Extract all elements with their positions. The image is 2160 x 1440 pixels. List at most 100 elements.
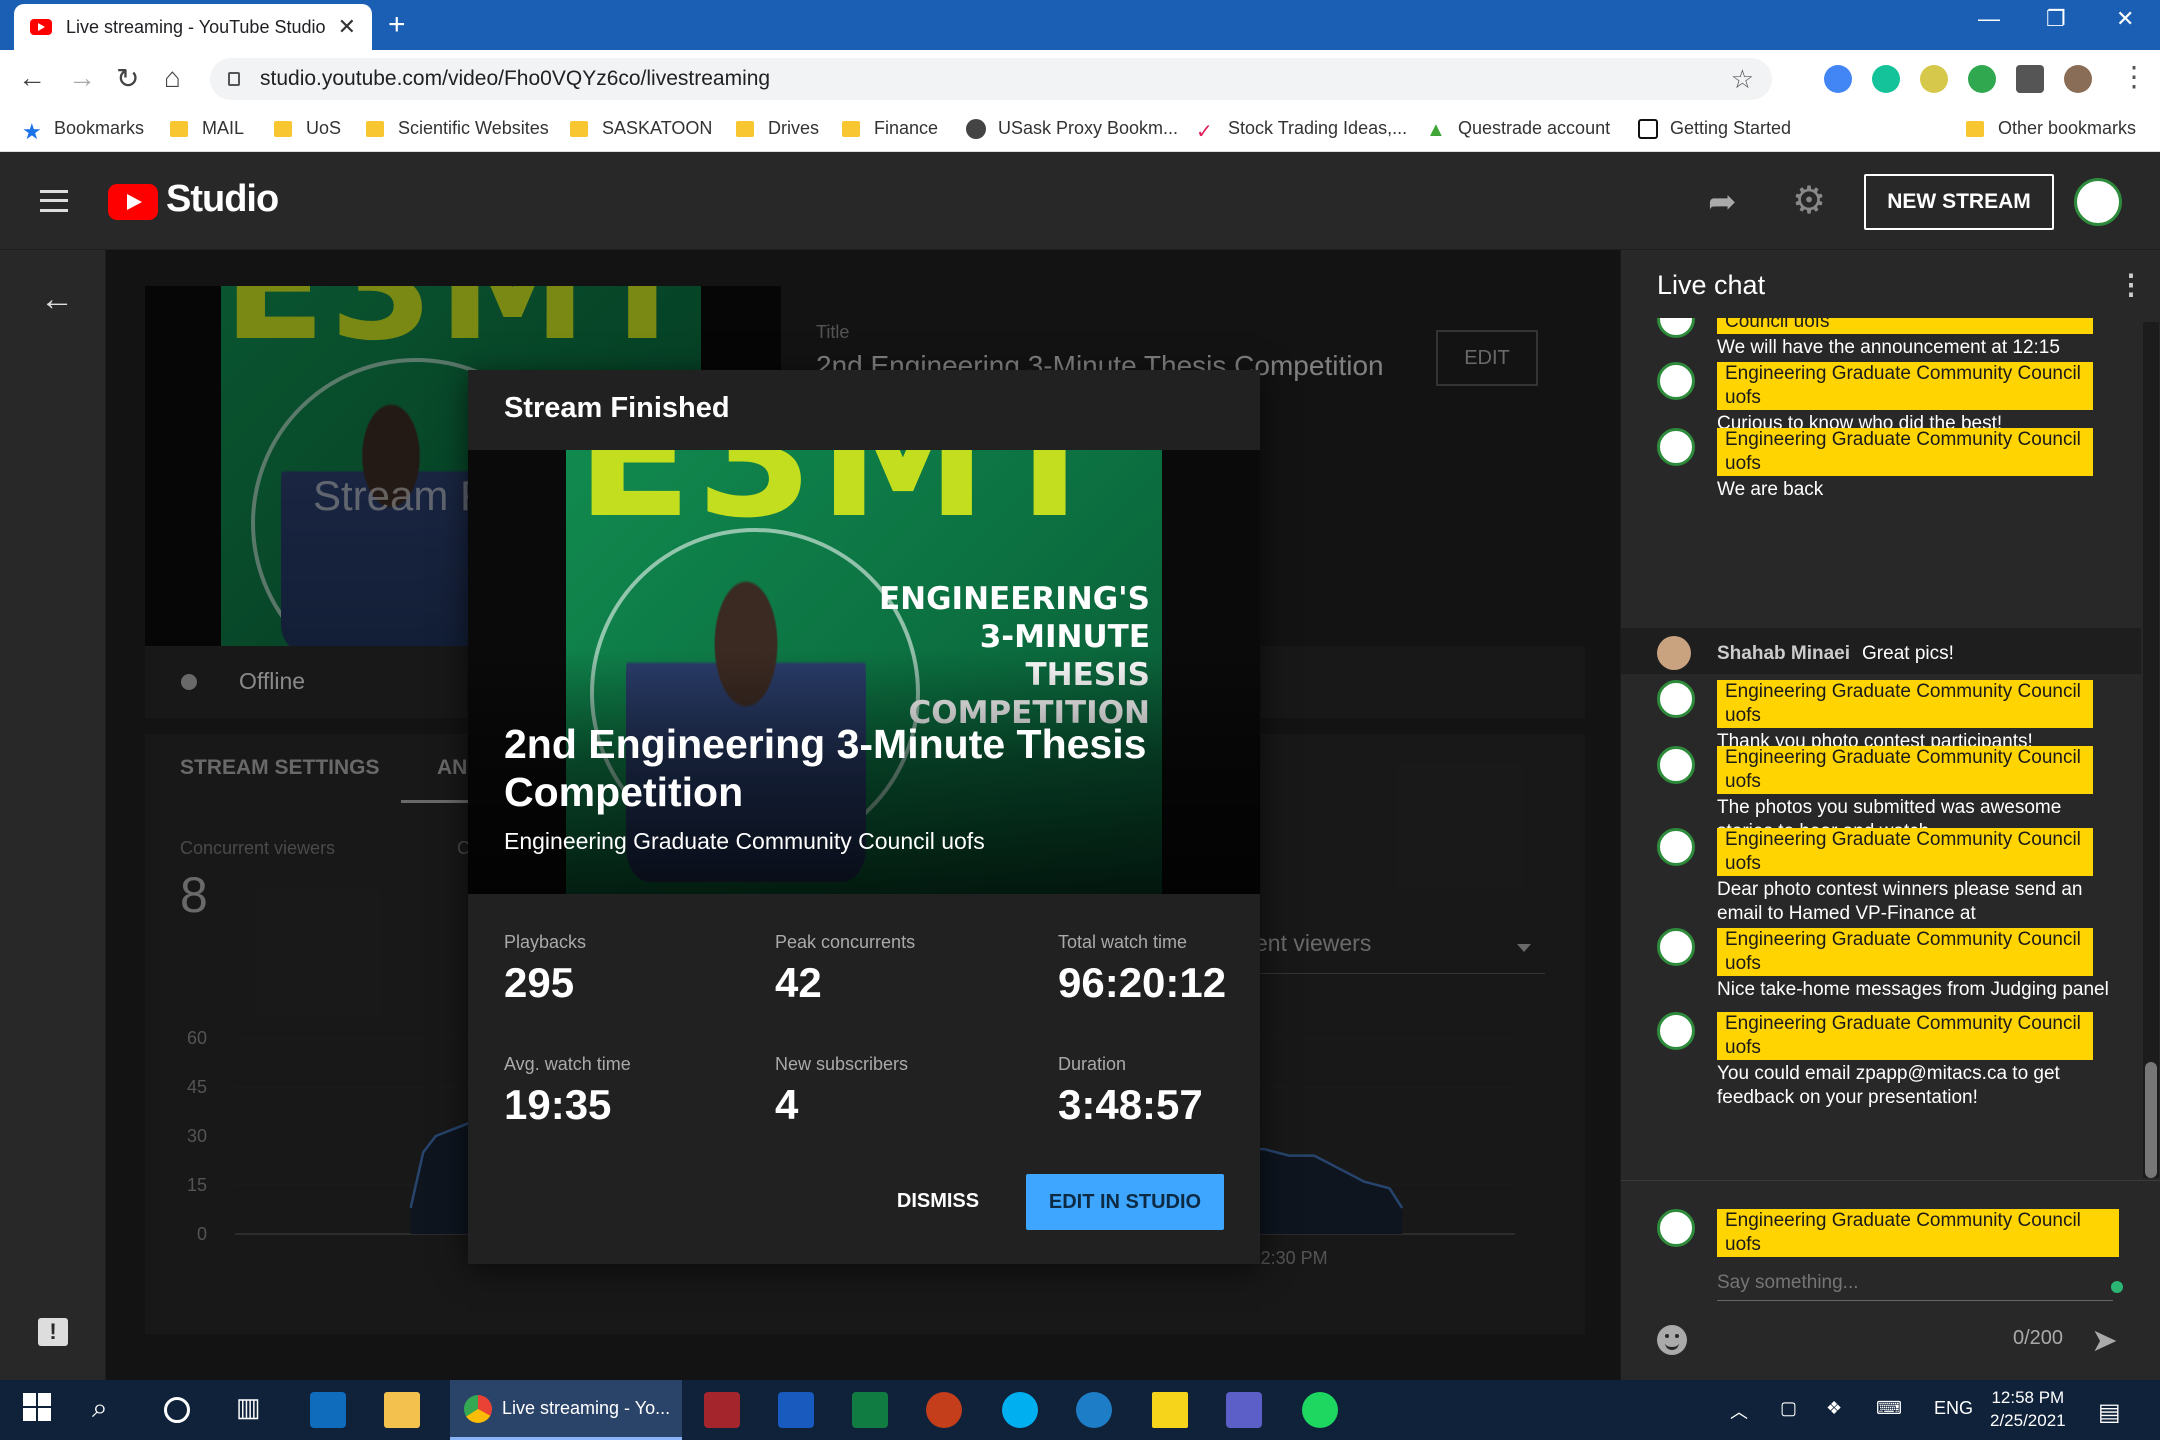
notifications-icon[interactable]: ▤: [2098, 1398, 2121, 1427]
chat-avatar[interactable]: [1657, 828, 1695, 866]
task-view-icon[interactable]: ▥: [236, 1392, 272, 1428]
profile-avatar[interactable]: [2064, 65, 2092, 93]
mendeley-icon[interactable]: [704, 1392, 740, 1428]
keyboard-icon[interactable]: ⌨: [1876, 1398, 1902, 1419]
chat-avatar[interactable]: [1657, 318, 1695, 338]
chat-avatar[interactable]: [1657, 636, 1691, 670]
lock-icon[interactable]: [228, 72, 240, 86]
bookmark-item[interactable]: Other bookmarks: [1966, 118, 2136, 139]
windows-start-icon[interactable]: [22, 1392, 58, 1428]
channel-avatar[interactable]: [2074, 178, 2122, 226]
chat-author-badge[interactable]: Engineering Graduate Community Council u…: [1717, 1012, 2093, 1060]
chat-author-badge[interactable]: Council uofs: [1717, 318, 2093, 334]
cortana-icon[interactable]: [164, 1397, 190, 1423]
puzzle-extensions-icon[interactable]: [2016, 65, 2044, 93]
chat-author-badge[interactable]: Engineering Graduate Community Council u…: [1717, 828, 2093, 876]
reload-icon[interactable]: ↻: [116, 62, 139, 95]
bookmark-item[interactable]: ★ Bookmarks: [22, 118, 144, 144]
new-tab-icon[interactable]: +: [388, 8, 406, 42]
minimize-icon[interactable]: —: [1978, 6, 2000, 32]
chat-message-list[interactable]: Council uofs We will have the announcemen…: [1621, 318, 2141, 1180]
bookmark-label: USask Proxy Bookm...: [998, 118, 1179, 138]
chat-avatar[interactable]: [1657, 362, 1695, 400]
close-tab-icon[interactable]: ✕: [338, 14, 356, 40]
bookmark-item[interactable]: MAIL: [170, 118, 244, 139]
studio-brand[interactable]: Studio: [166, 178, 279, 221]
chat-input[interactable]: [1717, 1265, 2113, 1301]
browser-tab[interactable]: Live streaming - YouTube Studio ✕: [14, 4, 372, 50]
dropbox-icon[interactable]: ❖: [1826, 1398, 1842, 1419]
url-text[interactable]: studio.youtube.com/video/Fho0VQYz6co/liv…: [260, 67, 770, 91]
restore-icon[interactable]: ❐: [2046, 6, 2066, 32]
chat-author-badge[interactable]: Engineering Graduate Community Council u…: [1717, 428, 2093, 476]
outlook-icon[interactable]: [310, 1392, 346, 1428]
bookmark-label: Stock Trading Ideas,...: [1228, 118, 1408, 138]
bookmark-item[interactable]: ✓ Stock Trading Ideas,...: [1196, 118, 1408, 143]
edit-in-studio-button[interactable]: EDIT IN STUDIO: [1026, 1174, 1224, 1230]
chat-avatar[interactable]: [1657, 928, 1695, 966]
bookmark-item[interactable]: Getting Started: [1638, 118, 1791, 139]
youtube-logo-icon[interactable]: [108, 184, 158, 220]
taskbar-chrome-window[interactable]: Live streaming - Yo...: [450, 1380, 682, 1440]
chat-avatar[interactable]: [1657, 1012, 1695, 1050]
teams-icon[interactable]: [1226, 1392, 1262, 1428]
edge-icon[interactable]: [1076, 1392, 1112, 1428]
forward-icon[interactable]: →: [68, 62, 96, 94]
bookmark-item[interactable]: Finance: [842, 118, 938, 139]
show-hidden-icons-icon[interactable]: ︿: [1730, 1398, 1748, 1424]
language-indicator[interactable]: ENG: [1934, 1398, 1973, 1419]
emoji-icon[interactable]: [1657, 1325, 1687, 1355]
chat-avatar[interactable]: [1657, 746, 1695, 784]
device-icon[interactable]: ▢: [1780, 1398, 1797, 1419]
chat-author-badge[interactable]: Engineering Graduate Community Council u…: [1717, 362, 2093, 410]
new-stream-button[interactable]: NEW STREAM: [1864, 174, 2054, 230]
sticky-notes-icon[interactable]: [1152, 1392, 1188, 1428]
chat-avatar[interactable]: [1657, 680, 1695, 718]
send-icon[interactable]: ➤: [2091, 1321, 2118, 1359]
bookmark-item[interactable]: ▲ Questrade account: [1426, 118, 1610, 141]
chat-author-name[interactable]: Shahab Minaei: [1717, 643, 1850, 664]
live-chat-panel: Live chat ⋮ Council uofs We will have the…: [1620, 250, 2160, 1380]
grammarly-extension-icon[interactable]: [1872, 65, 1900, 93]
chat-scrollbar-thumb[interactable]: [2145, 1062, 2157, 1178]
home-icon[interactable]: ⌂: [164, 62, 181, 94]
folder-icon: [736, 120, 754, 137]
dismiss-button[interactable]: DISMISS: [888, 1174, 988, 1228]
extension-icon[interactable]: [1920, 65, 1948, 93]
translate-extension-icon[interactable]: [1824, 65, 1852, 93]
file-explorer-icon[interactable]: [384, 1392, 420, 1428]
chat-scrollbar[interactable]: [2143, 322, 2159, 1178]
back-arrow-icon[interactable]: ←: [40, 280, 74, 319]
bookmark-item[interactable]: UoS: [274, 118, 341, 139]
bookmark-item[interactable]: Scientific Websites: [366, 118, 549, 139]
powerpoint-icon[interactable]: [926, 1392, 962, 1428]
gear-icon[interactable]: ⚙: [1792, 178, 1826, 223]
search-icon[interactable]: ⌕: [92, 1392, 128, 1428]
omnibox[interactable]: studio.youtube.com/video/Fho0VQYz6co/liv…: [210, 58, 1772, 100]
chat-author-badge[interactable]: Engineering Graduate Community Council u…: [1717, 928, 2093, 976]
bookmark-item[interactable]: USask Proxy Bookm...: [966, 118, 1178, 139]
taskbar-clock[interactable]: 12:58 PM 2/25/2021: [1990, 1386, 2066, 1432]
bookmark-star-icon[interactable]: ☆: [1731, 64, 1754, 95]
bookmark-item[interactable]: SASKATOON: [570, 118, 712, 139]
hamburger-menu-icon[interactable]: [40, 190, 68, 212]
share-icon[interactable]: ➦: [1708, 182, 1737, 222]
chat-author-badge[interactable]: Engineering Graduate Community Council u…: [1717, 746, 2093, 794]
stat-value: 3:48:57: [1058, 1081, 1203, 1128]
evernote-extension-icon[interactable]: [1968, 65, 1996, 93]
skype-icon[interactable]: [1002, 1392, 1038, 1428]
excel-icon[interactable]: [852, 1392, 888, 1428]
questrade-icon: ▲: [1426, 118, 1446, 141]
chat-options-icon[interactable]: ⋮: [2117, 268, 2145, 301]
close-window-icon[interactable]: ✕: [2116, 6, 2134, 32]
browser-menu-icon[interactable]: ⋮: [2120, 60, 2148, 93]
bookmark-item[interactable]: Drives: [736, 118, 819, 139]
back-icon[interactable]: ←: [18, 62, 46, 94]
chat-author-badge[interactable]: Engineering Graduate Community Council u…: [1717, 680, 2093, 728]
word-icon[interactable]: [778, 1392, 814, 1428]
feedback-icon[interactable]: !: [38, 1318, 68, 1346]
studio-header: Studio ➦ ⚙ NEW STREAM: [0, 152, 2160, 250]
spotify-icon[interactable]: [1302, 1392, 1338, 1428]
chat-avatar[interactable]: [1657, 428, 1695, 466]
tab-title: Live streaming - YouTube Studio: [66, 16, 326, 37]
